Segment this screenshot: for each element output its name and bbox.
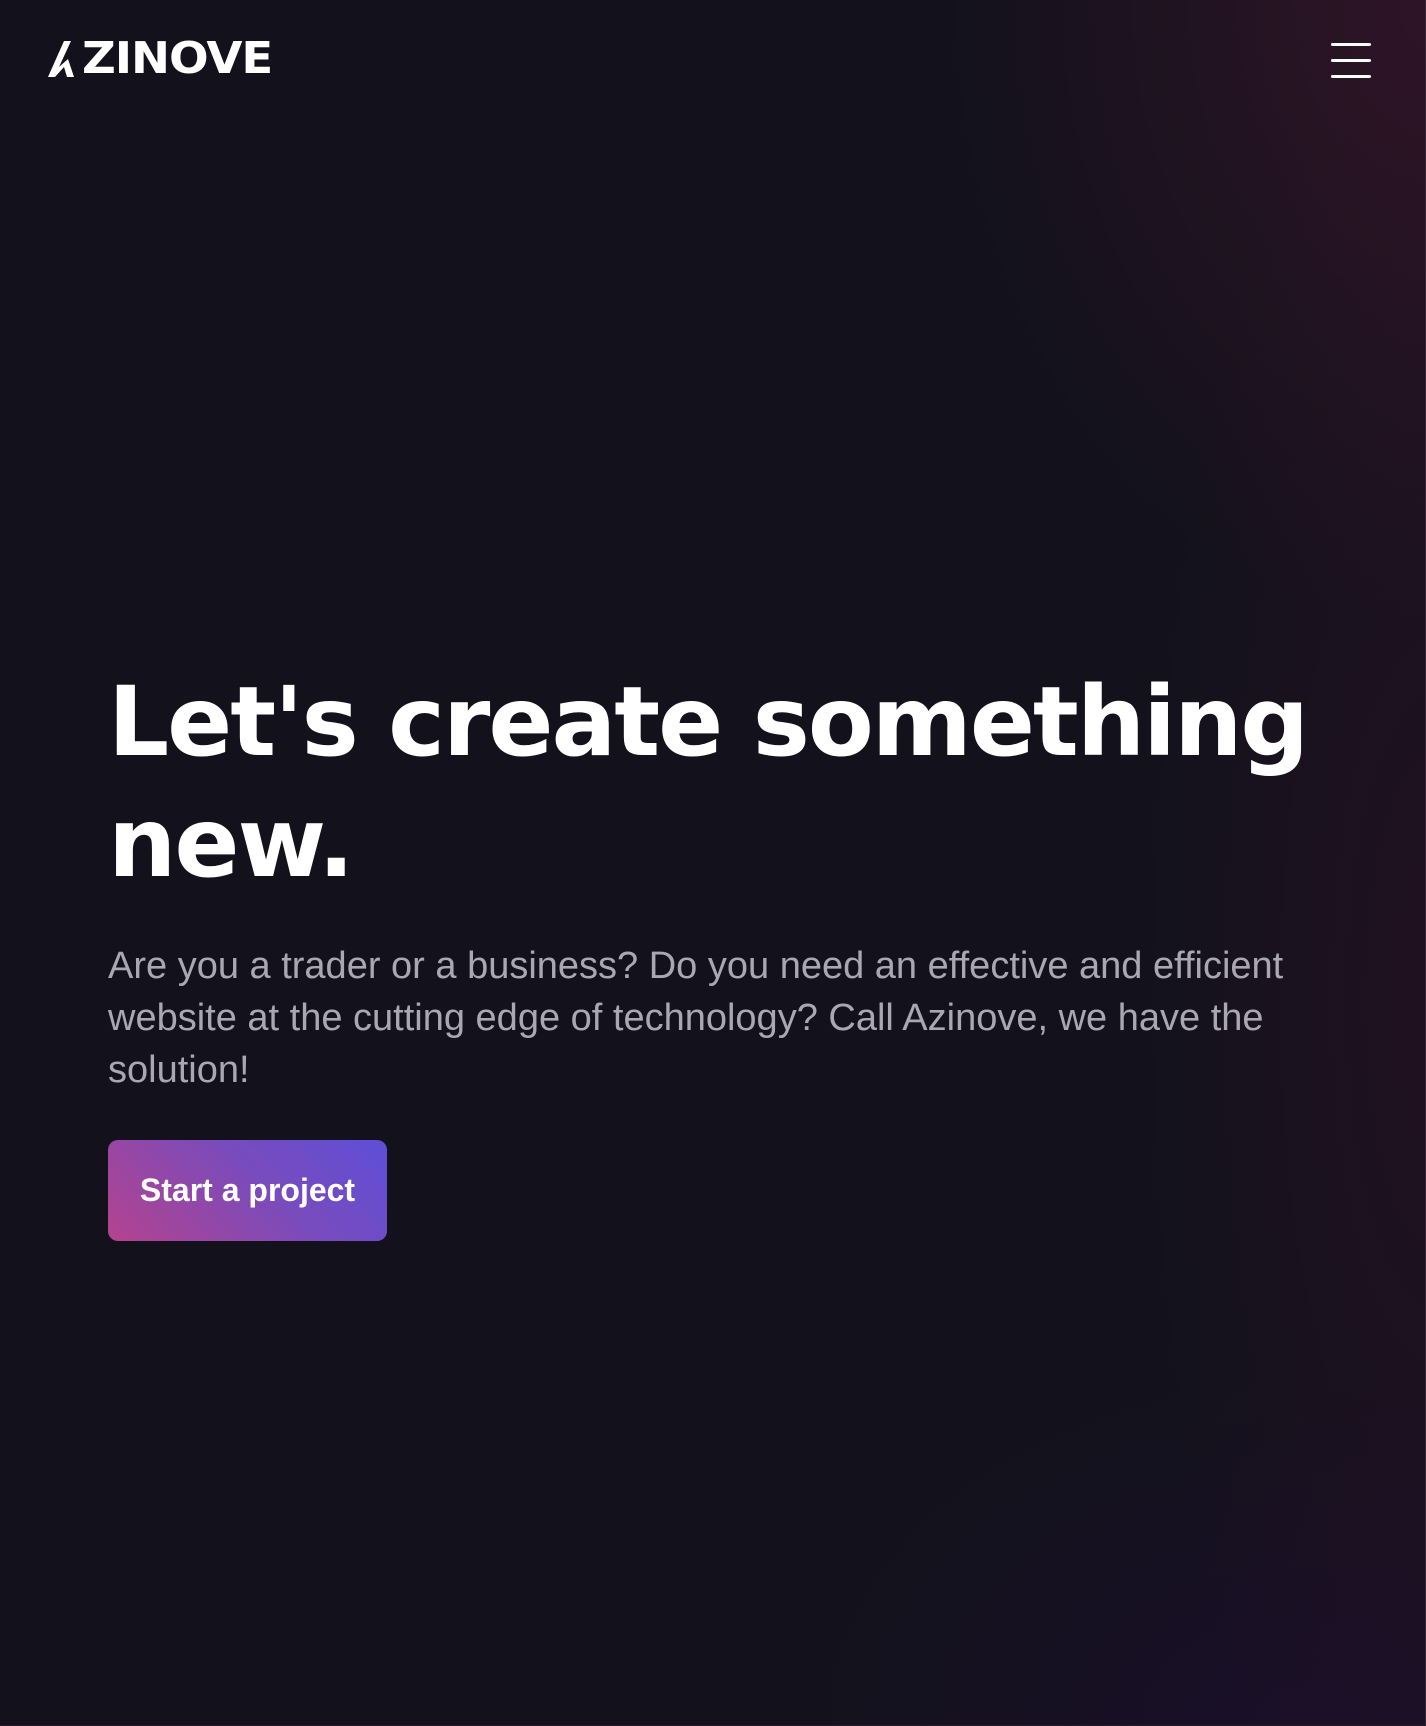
hero-description: Are you a trader or a business? Do you n… bbox=[108, 945, 1284, 1091]
menu-button[interactable] bbox=[1325, 38, 1377, 84]
brand-name: ZINOVE bbox=[82, 33, 273, 84]
page: ZINOVE Let's create something new. Are y… bbox=[0, 0, 1426, 1726]
hero-section: Let's create something new. Are you a tr… bbox=[108, 662, 1328, 1241]
start-project-button[interactable]: Start a project bbox=[108, 1140, 387, 1241]
brand-logo[interactable]: ZINOVE bbox=[46, 36, 273, 82]
hero-title: Let's create something new. bbox=[108, 666, 1309, 899]
azinove-a-mark-icon bbox=[48, 41, 74, 77]
site-header: ZINOVE bbox=[0, 0, 1426, 125]
